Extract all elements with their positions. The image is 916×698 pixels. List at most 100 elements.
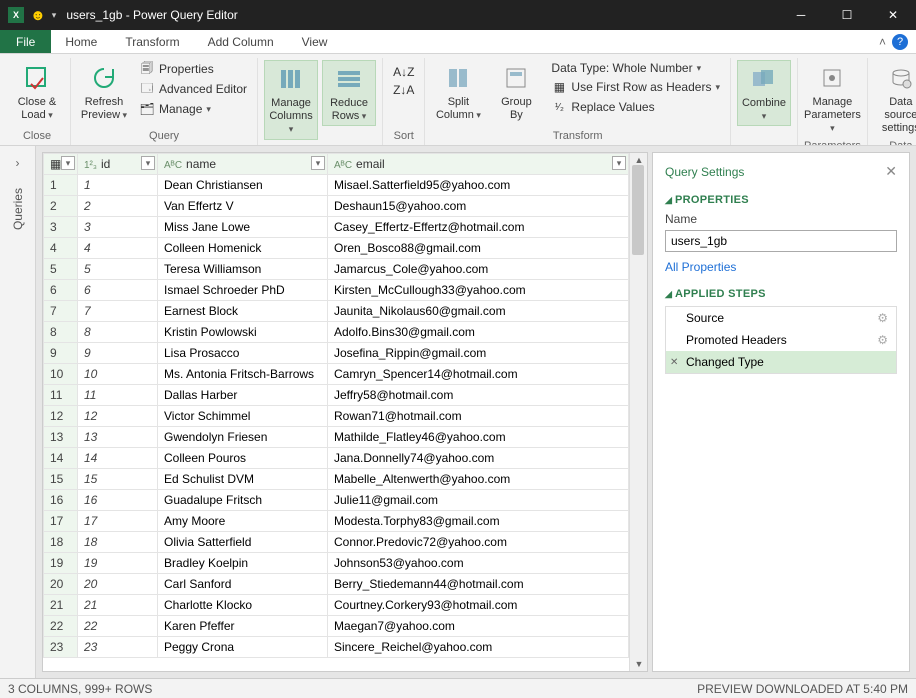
cell-id[interactable]: 3 bbox=[78, 217, 158, 238]
queries-pane-collapsed[interactable]: › Queries bbox=[0, 146, 36, 678]
cell-id[interactable]: 5 bbox=[78, 259, 158, 280]
vertical-scrollbar[interactable]: ▲ ▼ bbox=[629, 153, 647, 671]
col-id-filter[interactable]: ▾ bbox=[141, 156, 155, 170]
cell-id[interactable]: 21 bbox=[78, 595, 158, 616]
cell-name[interactable]: Kristin Powlowski bbox=[158, 322, 328, 343]
row-number[interactable]: 18 bbox=[44, 532, 78, 553]
cell-name[interactable]: Miss Jane Lowe bbox=[158, 217, 328, 238]
scroll-down-icon[interactable]: ▼ bbox=[630, 657, 648, 671]
table-row[interactable]: 21 21 Charlotte Klocko Courtney.Corkery9… bbox=[44, 595, 629, 616]
cell-id[interactable]: 10 bbox=[78, 364, 158, 385]
cell-email[interactable]: Jeffry58@hotmail.com bbox=[328, 385, 629, 406]
col-header-name[interactable]: AᴮCname▾ bbox=[158, 154, 328, 175]
cell-id[interactable]: 11 bbox=[78, 385, 158, 406]
close-button[interactable]: ✕ bbox=[870, 0, 916, 30]
all-properties-link[interactable]: All Properties bbox=[665, 260, 736, 274]
cell-email[interactable]: Johnson53@yahoo.com bbox=[328, 553, 629, 574]
table-row[interactable]: 16 16 Guadalupe Fritsch Julie11@gmail.co… bbox=[44, 490, 629, 511]
col-header-id[interactable]: 1²₃id▾ bbox=[78, 154, 158, 175]
col-header-email[interactable]: AᴮCemail▾ bbox=[328, 154, 629, 175]
cell-email[interactable]: Misael.Satterfield95@yahoo.com bbox=[328, 175, 629, 196]
table-menu-dropdown[interactable]: ▾ bbox=[61, 156, 75, 170]
cell-name[interactable]: Olivia Satterfield bbox=[158, 532, 328, 553]
cell-email[interactable]: Julie11@gmail.com bbox=[328, 490, 629, 511]
cell-id[interactable]: 23 bbox=[78, 637, 158, 658]
group-by-button[interactable]: Group By bbox=[489, 60, 543, 124]
table-row[interactable]: 13 13 Gwendolyn Friesen Mathilde_Flatley… bbox=[44, 427, 629, 448]
row-number[interactable]: 14 bbox=[44, 448, 78, 469]
cell-id[interactable]: 18 bbox=[78, 532, 158, 553]
table-row[interactable]: 17 17 Amy Moore Modesta.Torphy83@gmail.c… bbox=[44, 511, 629, 532]
cell-id[interactable]: 19 bbox=[78, 553, 158, 574]
cell-name[interactable]: Colleen Homenick bbox=[158, 238, 328, 259]
table-row[interactable]: 10 10 Ms. Antonia Fritsch-Barrows Camryn… bbox=[44, 364, 629, 385]
gear-icon[interactable]: ⚙ bbox=[877, 333, 888, 347]
table-row[interactable]: 6 6 Ismael Schroeder PhD Kirsten_McCullo… bbox=[44, 280, 629, 301]
table-row[interactable]: 15 15 Ed Schulist DVM Mabelle_Altenwerth… bbox=[44, 469, 629, 490]
maximize-button[interactable]: ☐ bbox=[824, 0, 870, 30]
cell-id[interactable]: 1 bbox=[78, 175, 158, 196]
cell-id[interactable]: 15 bbox=[78, 469, 158, 490]
row-number[interactable]: 9 bbox=[44, 343, 78, 364]
table-row[interactable]: 22 22 Karen Pfeffer Maegan7@yahoo.com bbox=[44, 616, 629, 637]
cell-name[interactable]: Victor Schimmel bbox=[158, 406, 328, 427]
minimize-button[interactable]: ─ bbox=[778, 0, 824, 30]
sort-asc-button[interactable]: A↓Z bbox=[389, 64, 418, 80]
row-number[interactable]: 17 bbox=[44, 511, 78, 532]
table-row[interactable]: 7 7 Earnest Block Jaunita_Nikolaus60@gma… bbox=[44, 301, 629, 322]
properties-button[interactable]: 🗐Properties bbox=[135, 60, 251, 78]
replace-values-button[interactable]: ¹⁄₂Replace Values bbox=[547, 98, 724, 116]
cell-name[interactable]: Ed Schulist DVM bbox=[158, 469, 328, 490]
row-number[interactable]: 19 bbox=[44, 553, 78, 574]
cell-email[interactable]: Mabelle_Altenwerth@yahoo.com bbox=[328, 469, 629, 490]
cell-name[interactable]: Guadalupe Fritsch bbox=[158, 490, 328, 511]
cell-id[interactable]: 16 bbox=[78, 490, 158, 511]
cell-id[interactable]: 8 bbox=[78, 322, 158, 343]
row-number[interactable]: 10 bbox=[44, 364, 78, 385]
cell-id[interactable]: 17 bbox=[78, 511, 158, 532]
cell-name[interactable]: Teresa Williamson bbox=[158, 259, 328, 280]
row-number[interactable]: 1 bbox=[44, 175, 78, 196]
cell-email[interactable]: Connor.Predovic72@yahoo.com bbox=[328, 532, 629, 553]
refresh-preview-button[interactable]: Refresh Preview bbox=[77, 60, 131, 124]
help-button[interactable]: ? bbox=[892, 34, 908, 50]
sort-desc-button[interactable]: Z↓A bbox=[389, 82, 418, 98]
row-number[interactable]: 22 bbox=[44, 616, 78, 637]
row-number[interactable]: 6 bbox=[44, 280, 78, 301]
table-row[interactable]: 2 2 Van Effertz V Deshaun15@yahoo.com bbox=[44, 196, 629, 217]
table-row[interactable]: 19 19 Bradley Koelpin Johnson53@yahoo.co… bbox=[44, 553, 629, 574]
cell-email[interactable]: Rowan71@hotmail.com bbox=[328, 406, 629, 427]
cell-name[interactable]: Earnest Block bbox=[158, 301, 328, 322]
tab-home[interactable]: Home bbox=[51, 30, 111, 53]
manage-columns-button[interactable]: Manage Columns bbox=[264, 60, 318, 140]
cell-email[interactable]: Jaunita_Nikolaus60@gmail.com bbox=[328, 301, 629, 322]
qat-dropdown[interactable]: ▾ bbox=[52, 10, 57, 21]
gear-icon[interactable]: ⚙ bbox=[877, 311, 888, 325]
cell-name[interactable]: Van Effertz V bbox=[158, 196, 328, 217]
row-number[interactable]: 20 bbox=[44, 574, 78, 595]
combine-button[interactable]: Combine bbox=[737, 60, 791, 126]
cell-name[interactable]: Carl Sanford bbox=[158, 574, 328, 595]
cell-email[interactable]: Sincere_Reichel@yahoo.com bbox=[328, 637, 629, 658]
close-settings-button[interactable]: ✕ bbox=[885, 163, 897, 180]
cell-id[interactable]: 4 bbox=[78, 238, 158, 259]
table-row[interactable]: 12 12 Victor Schimmel Rowan71@hotmail.co… bbox=[44, 406, 629, 427]
table-row[interactable]: 1 1 Dean Christiansen Misael.Satterfield… bbox=[44, 175, 629, 196]
cell-name[interactable]: Ismael Schroeder PhD bbox=[158, 280, 328, 301]
cell-email[interactable]: Kirsten_McCullough33@yahoo.com bbox=[328, 280, 629, 301]
table-row[interactable]: 23 23 Peggy Crona Sincere_Reichel@yahoo.… bbox=[44, 637, 629, 658]
applied-step[interactable]: Promoted Headers⚙ bbox=[666, 329, 896, 351]
data-type-button[interactable]: Data Type: Whole Number bbox=[547, 60, 724, 76]
table-row[interactable]: 14 14 Colleen Pouros Jana.Donnelly74@yah… bbox=[44, 448, 629, 469]
row-number[interactable]: 5 bbox=[44, 259, 78, 280]
cell-email[interactable]: Casey_Effertz-Effertz@hotmail.com bbox=[328, 217, 629, 238]
cell-email[interactable]: Jamarcus_Cole@yahoo.com bbox=[328, 259, 629, 280]
row-number[interactable]: 8 bbox=[44, 322, 78, 343]
cell-name[interactable]: Bradley Koelpin bbox=[158, 553, 328, 574]
cell-email[interactable]: Modesta.Torphy83@gmail.com bbox=[328, 511, 629, 532]
cell-id[interactable]: 12 bbox=[78, 406, 158, 427]
cell-name[interactable]: Amy Moore bbox=[158, 511, 328, 532]
properties-section[interactable]: PROPERTIES bbox=[665, 194, 897, 206]
cell-email[interactable]: Jana.Donnelly74@yahoo.com bbox=[328, 448, 629, 469]
cell-id[interactable]: 2 bbox=[78, 196, 158, 217]
